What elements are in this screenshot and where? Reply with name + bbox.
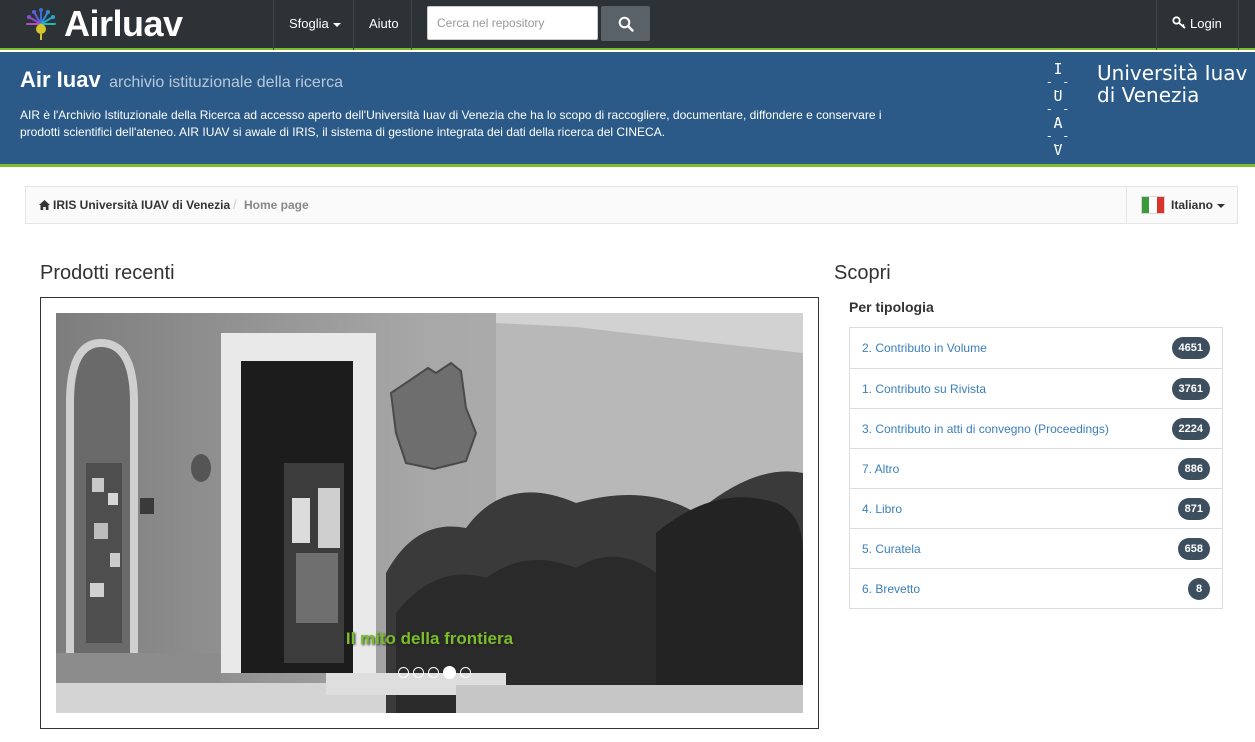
page-title: Air Iuav archivio istituzionale della ri… (20, 67, 343, 93)
search-input[interactable] (427, 6, 598, 40)
login-label: Login (1190, 16, 1222, 31)
site-title: Air Iuav (20, 67, 101, 92)
count-badge: 886 (1177, 458, 1210, 480)
nav-divider (411, 0, 412, 50)
facet-label[interactable]: 2. Contributo in Volume (862, 341, 987, 355)
site-description: AIR è l'Archivio Istituzionale della Ric… (20, 108, 882, 139)
menu-sfoglia[interactable]: Sfoglia (289, 0, 341, 48)
brand-logo-icon (22, 4, 62, 44)
top-navbar: Airluav Sfoglia Aiuto Login (0, 0, 1255, 50)
nav-divider (1156, 0, 1157, 50)
site-header-banner: Air Iuav archivio istituzionale della ri… (0, 52, 1255, 167)
key-icon (1172, 16, 1186, 29)
menu-aiuto[interactable]: Aiuto (369, 0, 399, 48)
carousel-dot[interactable] (460, 667, 471, 678)
facet-list: 2. Contributo in Volume 4651 1. Contribu… (849, 327, 1223, 609)
facet-item[interactable]: 2. Contributo in Volume 4651 (850, 328, 1222, 368)
chevron-down-icon (1217, 203, 1226, 208)
breadcrumb-home-link[interactable]: IRIS Università IUAV di Venezia (39, 198, 230, 212)
breadcrumb: IRIS Università IUAV di Venezia / Home p… (25, 186, 1238, 224)
recent-carousel: Il mito della frontiera (40, 297, 819, 729)
facet-item[interactable]: 1. Contributo su Rivista 3761 (850, 368, 1222, 408)
search-icon (618, 16, 634, 32)
carousel-indicators (398, 666, 471, 679)
chevron-down-icon (332, 22, 341, 27)
carousel-slide[interactable]: Il mito della frontiera (56, 313, 803, 713)
facet-label[interactable]: 1. Contributo su Rivista (862, 382, 986, 396)
count-badge: 8 (1188, 578, 1210, 600)
language-name: Italiano (1171, 198, 1214, 212)
login-link[interactable]: Login (1172, 0, 1222, 48)
facet-item[interactable]: 5. Curatela 658 (850, 528, 1222, 568)
logo-dash: - - - (1045, 129, 1071, 152)
facet-label[interactable]: 4. Libro (862, 502, 902, 516)
site-subtitle: archivio istituzionale della ricerca (109, 74, 344, 91)
nav-divider (273, 0, 274, 50)
breadcrumb-separator: / (233, 197, 237, 212)
facet-label[interactable]: 3. Contributo in atti di convegno (Proce… (862, 422, 1109, 436)
iuav-letters: I - - - U - - - A - - - V (1045, 60, 1071, 159)
slide-caption[interactable]: Il mito della frontiera (56, 629, 803, 649)
facet-item[interactable]: 3. Contributo in atti di convegno (Proce… (850, 408, 1222, 448)
logo-dash: - - - (1045, 102, 1071, 125)
facet-item[interactable]: 6. Brevetto 8 (850, 568, 1222, 608)
menu-aiuto-label: Aiuto (369, 16, 399, 31)
carousel-dot[interactable] (413, 667, 424, 678)
count-badge: 658 (1177, 538, 1210, 560)
carousel-dot[interactable] (398, 667, 409, 678)
count-badge: 4651 (1171, 337, 1210, 359)
logo-letter: V (1053, 141, 1063, 159)
slide-photo (56, 313, 803, 713)
count-badge: 871 (1177, 498, 1210, 520)
language-label: Italiano (1171, 198, 1226, 212)
facet-item[interactable]: 4. Libro 871 (850, 488, 1222, 528)
university-logo[interactable]: I - - - U - - - A - - - V Università Iua… (1040, 60, 1255, 165)
discover-section-title: Scopri (834, 262, 891, 284)
university-name: Università Iuav di Venezia (1097, 62, 1247, 106)
facet-label[interactable]: 6. Brevetto (862, 582, 920, 596)
recent-section-title: Prodotti recenti (40, 262, 175, 284)
logo-dash: - - - (1045, 75, 1071, 98)
breadcrumb-current: Home page (244, 198, 309, 212)
breadcrumb-home-label: IRIS Università IUAV di Venezia (53, 198, 231, 212)
italian-flag-icon (1141, 196, 1165, 214)
count-badge: 2224 (1171, 418, 1210, 440)
count-badge: 3761 (1171, 378, 1210, 400)
nav-divider (353, 0, 354, 50)
brand-link[interactable]: Airluav (22, 4, 183, 44)
nav-divider (1238, 0, 1239, 50)
university-name-line: di Venezia (1097, 83, 1200, 107)
facet-label[interactable]: 7. Altro (862, 462, 899, 476)
language-selector[interactable]: Italiano (1126, 187, 1237, 223)
facet-label[interactable]: 5. Curatela (862, 542, 921, 556)
facet-item[interactable]: 7. Altro 886 (850, 448, 1222, 488)
brand-name: Airluav (64, 3, 183, 44)
menu-sfoglia-label: Sfoglia (289, 16, 329, 31)
university-name-line: Università Iuav (1097, 61, 1248, 85)
carousel-dot-active[interactable] (443, 666, 456, 679)
search-button[interactable] (601, 6, 650, 41)
carousel-dot[interactable] (428, 667, 439, 678)
facet-title: Per tipologia (849, 299, 934, 315)
home-icon (39, 200, 50, 210)
